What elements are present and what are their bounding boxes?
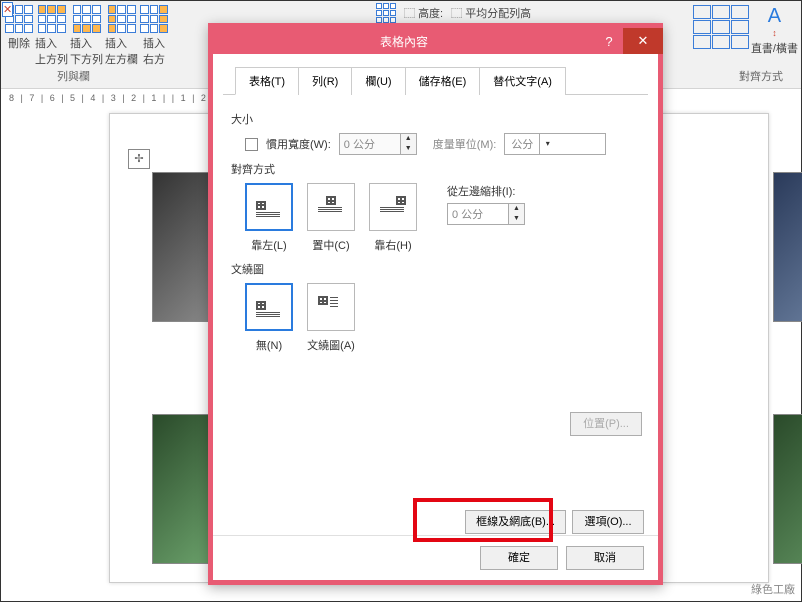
align-center-option[interactable]: 置中(C) [307,183,355,253]
dialog-title: 表格內容 [213,33,595,50]
ribbon-insert-left[interactable]: 插入 左方欄 [105,5,138,67]
close-button[interactable]: ✕ [623,28,663,54]
unit-label: 度量單位(M): [433,136,497,152]
pref-width-checkbox[interactable] [245,138,258,151]
position-button: 位置(P)... [570,412,642,436]
borders-button[interactable]: 框線及網底(B)... [465,510,566,534]
pref-width-input[interactable] [340,134,400,154]
ribbon-insert-above[interactable]: 插入 上方列 [35,5,68,67]
image-thumb [152,172,212,322]
pref-width-spinner[interactable]: ▲▼ [339,133,417,155]
anchor-icon: ✢ [128,149,150,169]
wrap-section: 文繞圖 [231,261,640,277]
options-button[interactable]: 選項(O)... [572,510,644,534]
unit-dropdown[interactable]: 公分 ▾ [504,133,606,155]
tab-cell[interactable]: 儲存格(E) [405,67,481,95]
wrap-none-option[interactable]: 無(N) [245,283,293,353]
table-properties-dialog: 表格內容 ? ✕ 表格(T) 列(R) 欄(U) 儲存格(E) 替代文字(A) … [208,23,663,585]
ribbon-delete[interactable]: ✕ 刪除 [5,5,33,67]
indent-input[interactable] [448,204,508,224]
ribbon-section-rowscols: 列與欄 [57,68,90,86]
indent-label: 從左邊縮排(I): [447,183,525,199]
dialog-tabs: 表格(T) 列(R) 欄(U) 儲存格(E) 替代文字(A) [223,54,648,95]
size-section: 大小 [231,111,640,127]
ribbon-insert-below[interactable]: 插入 下方列 [70,5,103,67]
wrap-around-option[interactable]: 文繞圖(A) [307,283,355,353]
align-section: 對齊方式 [231,161,640,177]
ok-button[interactable]: 確定 [480,546,558,570]
tab-alt[interactable]: 替代文字(A) [479,67,566,95]
ribbon-right: A ↕ 直書/橫書 [693,5,798,56]
dialog-content: 大小 慣用寬度(W): ▲▼ 度量單位(M): 公分 ▾ 對齊方式 靠左(L) … [213,95,658,365]
dialog-titlebar: 表格內容 ? ✕ [213,28,658,54]
image-thumb [152,414,212,564]
cancel-button[interactable]: 取消 [566,546,644,570]
ribbon-insert-right[interactable]: 插入 右方 [140,5,168,67]
pref-width-label: 慣用寬度(W): [266,136,331,152]
align-right-option[interactable]: 靠右(H) [369,183,417,253]
help-button[interactable]: ? [595,34,623,49]
tab-row[interactable]: 列(R) [298,67,352,95]
align-left-option[interactable]: 靠左(L) [245,183,293,253]
dialog-footer: 確定 取消 [213,535,658,580]
image-thumb [773,172,802,322]
image-thumb [773,414,802,564]
tab-col[interactable]: 欄(U) [351,67,405,95]
ribbon-section-align: 對齊方式 [739,68,783,86]
ribbon-mid: ⬚ 高度: ⬚ 平均分配列高 [376,3,531,23]
indent-spinner[interactable]: ▲▼ [447,203,525,225]
watermark: 綠色工廠 [751,581,795,597]
ribbon-vertical[interactable]: A ↕ 直書/橫書 [751,5,798,56]
tab-table[interactable]: 表格(T) [235,67,299,95]
